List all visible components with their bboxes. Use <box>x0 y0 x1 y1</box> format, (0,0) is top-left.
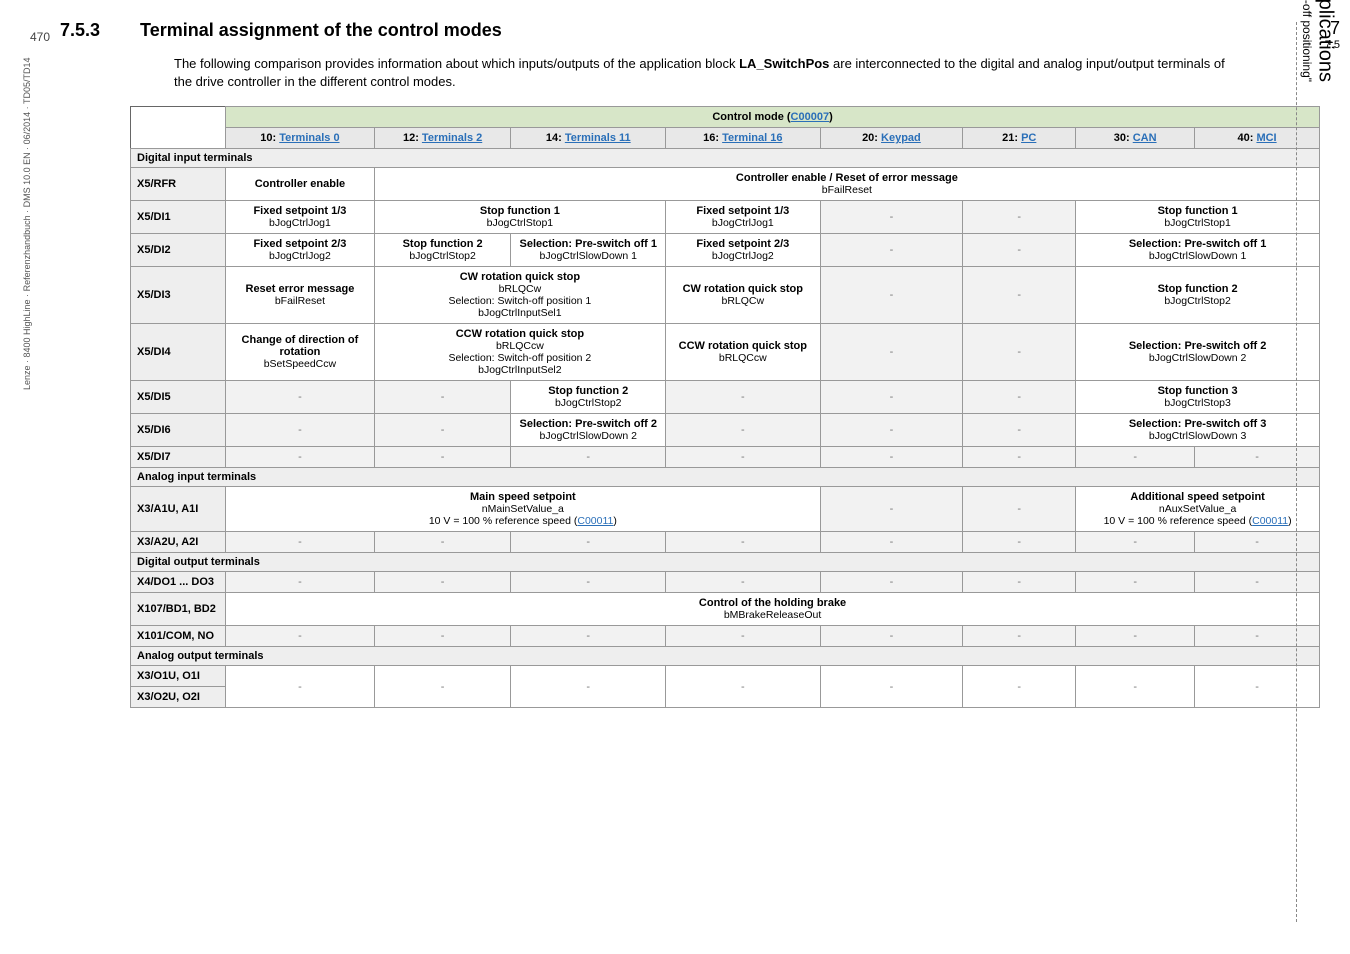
section-number: 7.5.3 <box>60 20 100 41</box>
section-heading: 7.5.3 Terminal assignment of the control… <box>60 20 1320 41</box>
table-row: X5/DI5 -- Stop function 2bJogCtrlStop2 -… <box>131 381 1320 414</box>
right-border: Technology applications TA "Switch-off p… <box>1296 22 1336 922</box>
table-header-top: Control mode (C00007) <box>131 107 1320 128</box>
col-link[interactable]: Terminal 16 <box>722 132 782 144</box>
col-link[interactable]: Keypad <box>881 132 921 144</box>
table-row: X5/DI7 -------- <box>131 447 1320 468</box>
col-header: 16: Terminal 16 <box>666 128 821 149</box>
col-link[interactable]: Terminals 0 <box>279 132 339 144</box>
section-row: Analog output terminals <box>131 647 1320 666</box>
footer-left: Lenze · 8400 HighLine · Referenzhandbuch… <box>22 57 32 390</box>
table-row: X3/A2U, A2I -------- <box>131 532 1320 553</box>
col-header: 20: Keypad <box>820 128 963 149</box>
control-mode-header: Control mode (C00007) <box>226 107 1320 128</box>
col-header: 10: Terminals 0 <box>226 128 375 149</box>
col-link[interactable]: Terminals 11 <box>565 132 631 144</box>
section-title: Terminal assignment of the control modes <box>140 20 502 41</box>
page: 470 Lenze · 8400 HighLine · Referenzhand… <box>0 0 1350 954</box>
section-row: Digital output terminals <box>131 553 1320 572</box>
side-subtitle: TA "Switch-off positioning" <box>1300 0 1314 82</box>
control-mode-link[interactable]: C00007 <box>791 111 830 123</box>
table-header-cols: 10: Terminals 0 12: Terminals 2 14: Term… <box>131 128 1320 149</box>
col-link[interactable]: CAN <box>1133 132 1157 144</box>
table-row: X5/DI6 -- Selection: Pre-switch off 2bJo… <box>131 414 1320 447</box>
code-link[interactable]: C00011 <box>577 515 613 527</box>
table-row: X3/A1U, A1I Main speed setpoint nMainSet… <box>131 487 1320 532</box>
table-row: X3/O1U, O1I -------- <box>131 666 1320 687</box>
intro-paragraph: The following comparison provides inform… <box>174 55 1244 90</box>
table-row: X4/DO1 ... DO3 -------- <box>131 572 1320 593</box>
col-link[interactable]: MCI <box>1256 132 1276 144</box>
table-row: X5/DI4 Change of direction of rotationbS… <box>131 324 1320 381</box>
code-link[interactable]: C00011 <box>1252 515 1288 527</box>
page-number-left: 470 <box>30 30 50 44</box>
col-header: 21: PC <box>963 128 1076 149</box>
table-container: Control mode (C00007) 10: Terminals 0 12… <box>130 106 1320 708</box>
col-link[interactable]: Terminals 2 <box>422 132 482 144</box>
table-row: X5/DI3 Reset error messagebFailReset CW … <box>131 267 1320 324</box>
table-row: X107/BD1, BD2 Control of the holding bra… <box>131 593 1320 626</box>
table-row: X101/COM, NO -------- <box>131 626 1320 647</box>
table-row: X5/DI2 Fixed setpoint 2/3bJogCtrlJog2 St… <box>131 234 1320 267</box>
table-row: X5/RFR Controller enable Controller enab… <box>131 168 1320 201</box>
col-header: 30: CAN <box>1076 128 1195 149</box>
section-row: Digital input terminals <box>131 149 1320 168</box>
side-title: Technology applications <box>1313 0 1336 82</box>
col-header: 12: Terminals 2 <box>374 128 511 149</box>
table-row: X5/DI1 Fixed setpoint 1/3bJogCtrlJog1 St… <box>131 201 1320 234</box>
modes-table: Control mode (C00007) 10: Terminals 0 12… <box>130 106 1320 708</box>
section-row: Analog input terminals <box>131 468 1320 487</box>
col-header: 14: Terminals 11 <box>511 128 666 149</box>
col-link[interactable]: PC <box>1021 132 1036 144</box>
